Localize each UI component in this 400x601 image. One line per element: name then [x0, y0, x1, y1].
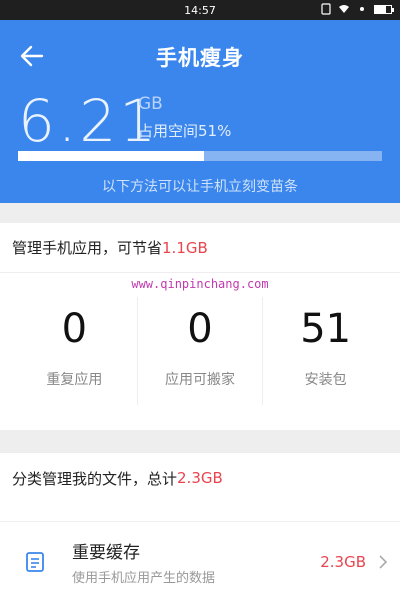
file-item-text: 重要缓存 使用手机应用产生的数据: [72, 538, 320, 586]
used-storage-unit: GB: [138, 94, 163, 114]
files-total-amount: 2.3GB: [177, 469, 223, 487]
document-icon: [26, 551, 44, 572]
stat-value: 0: [187, 306, 213, 352]
stat-label: 重复应用: [46, 372, 103, 388]
file-item-title: 重要缓存: [72, 542, 140, 563]
apps-section-title: 管理手机应用，可节省 1.1GB: [0, 223, 400, 273]
stat-value: 51: [300, 306, 352, 352]
storage-progress-bar: [18, 151, 382, 161]
tip-text: 以下方法可以让手机立刻变苗条: [102, 179, 298, 195]
status-time: 14:57: [184, 3, 216, 17]
wifi-icon: [339, 5, 349, 13]
page-title: 手机瘦身: [156, 46, 244, 70]
battery-icon: [374, 4, 394, 14]
signal-icon: [360, 7, 364, 11]
stat-label: 应用可搬家: [165, 372, 235, 388]
stat-install-packages[interactable]: 51 安装包: [262, 297, 388, 405]
chevron-right-icon: [379, 554, 388, 569]
file-item-subtitle: 使用手机应用产生的数据: [72, 570, 216, 586]
stat-duplicate-apps[interactable]: 0 重复应用: [12, 297, 137, 405]
files-section: 分类管理我的文件，总计 2.3GB 重要缓存 使用手机应用产生的数据 2.3GB: [0, 453, 400, 601]
watermark-text: www.qinpinchang.com: [131, 277, 269, 291]
header: 手机瘦身 6.21 GB 占用空间51% 以下方法可以让手机立刻变苗条: [0, 20, 400, 203]
file-item-important-cache[interactable]: 重要缓存 使用手机应用产生的数据 2.3GB: [0, 521, 400, 601]
status-icons: [320, 3, 394, 15]
status-bar: 14:57: [0, 0, 400, 20]
stat-movable-apps[interactable]: 0 应用可搬家: [136, 297, 263, 405]
apps-saving-amount: 1.1GB: [162, 238, 208, 257]
file-item-size: 2.3GB: [320, 552, 366, 571]
stat-label: 安装包: [304, 372, 347, 388]
files-title-text: 分类管理我的文件，总计: [12, 469, 178, 488]
occupy-percent-text: 占用空间51%: [138, 122, 232, 140]
apps-title-text: 管理手机应用，可节省: [12, 239, 163, 257]
stat-value: 0: [61, 306, 88, 352]
files-section-title: 分类管理我的文件，总计 2.3GB: [0, 453, 400, 503]
apps-section: 管理手机应用，可节省 1.1GB www.qinpinchang.com 0 重复…: [0, 223, 400, 430]
storage-progress-fill: [18, 151, 204, 161]
apps-stats: 0 重复应用 0 应用可搬家 51 安装包: [0, 297, 400, 405]
notification-icon: [321, 3, 331, 15]
